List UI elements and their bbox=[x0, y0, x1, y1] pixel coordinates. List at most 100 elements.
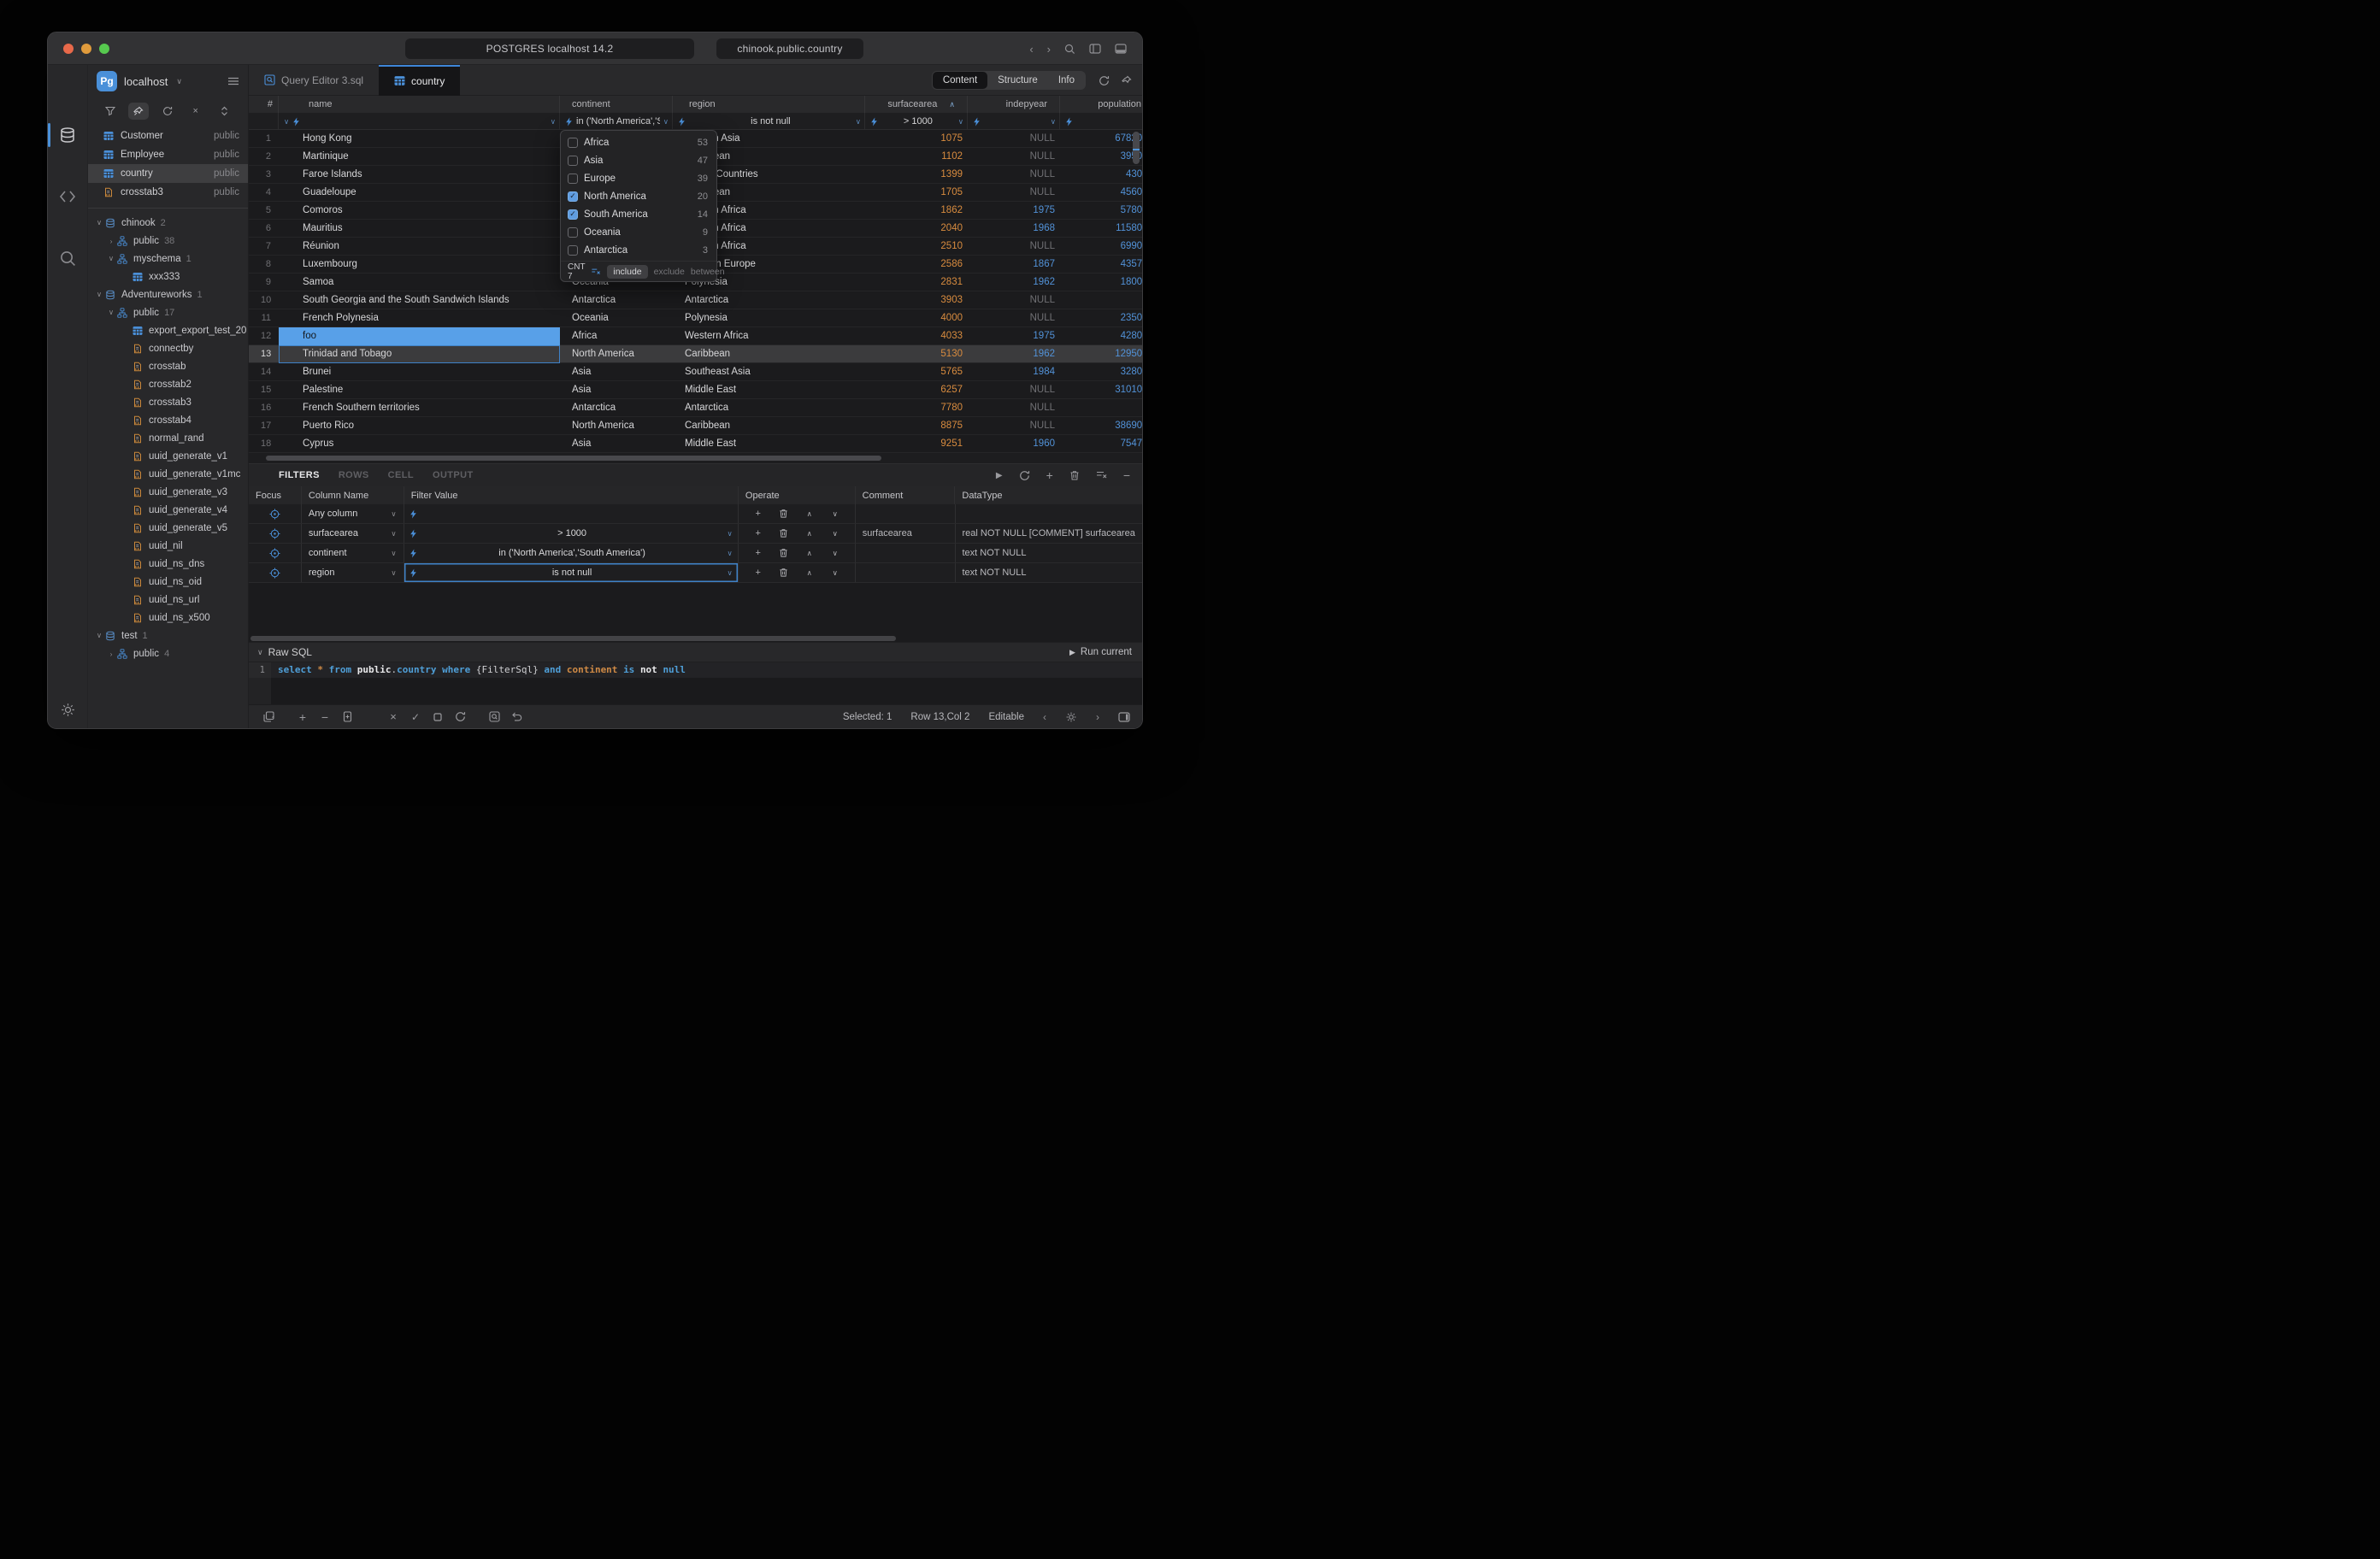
sql-editor-empty[interactable] bbox=[249, 678, 1142, 704]
cell[interactable]: 5130 bbox=[865, 345, 968, 363]
cell[interactable]: French Southern territories bbox=[279, 399, 560, 417]
cell[interactable]: 699000 bbox=[1060, 238, 1142, 256]
filter-cell-region[interactable]: is not null∨ bbox=[673, 113, 865, 130]
cell[interactable]: 15 bbox=[249, 381, 279, 399]
filter-cell-indepyear[interactable]: ∨ bbox=[968, 113, 1060, 130]
cell[interactable]: 3903 bbox=[865, 291, 968, 309]
panel-tab-output[interactable]: OUTPUT bbox=[433, 470, 474, 480]
column-name-select[interactable]: region∨ bbox=[302, 563, 404, 582]
tree-expand-icon[interactable]: › bbox=[107, 237, 115, 245]
filter-cell-name[interactable]: ∨∨ bbox=[279, 113, 560, 130]
table-row[interactable]: 12fooAfricaWestern Africa40331975428000 bbox=[249, 327, 1142, 345]
cell[interactable]: Polynesia bbox=[673, 309, 865, 327]
sql-editor-line[interactable]: 1 select * from public.country where {Fi… bbox=[249, 662, 1142, 678]
cell[interactable]: 4 bbox=[249, 184, 279, 202]
cell[interactable]: Southeast Asia bbox=[673, 363, 865, 381]
next-page-icon[interactable]: › bbox=[1096, 711, 1099, 723]
cell[interactable]: 3 bbox=[249, 166, 279, 184]
move-down-icon[interactable]: ∨ bbox=[822, 549, 848, 558]
tree-expand-icon[interactable]: ∨ bbox=[95, 290, 103, 299]
cell[interactable]: Middle East bbox=[673, 435, 865, 453]
reload-table-icon[interactable] bbox=[1099, 75, 1110, 86]
cell[interactable]: 7780 bbox=[865, 399, 968, 417]
pin-icon[interactable] bbox=[128, 103, 149, 120]
cell[interactable]: NULL bbox=[968, 417, 1060, 435]
cell[interactable]: 2040 bbox=[865, 220, 968, 238]
tree-item-public[interactable]: ›public38 bbox=[88, 232, 248, 250]
focus-cell[interactable] bbox=[249, 544, 302, 562]
commit-changes-icon[interactable]: ✓ bbox=[404, 711, 427, 723]
cell[interactable]: NULL bbox=[968, 184, 1060, 202]
horizontal-scrollbar[interactable] bbox=[249, 453, 1142, 463]
panel-tab-rows[interactable]: ROWS bbox=[339, 470, 369, 480]
pinned-item-Employee[interactable]: Employeepublic bbox=[88, 145, 248, 164]
tree-item-uuid_ns_oid[interactable]: uuid_ns_oid bbox=[88, 573, 248, 591]
cell[interactable]: French Polynesia bbox=[279, 309, 560, 327]
cell[interactable]: Antarctica bbox=[560, 399, 673, 417]
cell[interactable]: Palestine bbox=[279, 381, 560, 399]
collapse-panel-icon[interactable]: − bbox=[1123, 468, 1130, 482]
cell[interactable]: 2 bbox=[249, 148, 279, 166]
cell[interactable]: Middle East bbox=[673, 381, 865, 399]
cell[interactable]: 12 bbox=[249, 327, 279, 345]
chevron-down-icon[interactable]: ∨ bbox=[856, 117, 861, 126]
tree-expand-icon[interactable]: ∨ bbox=[95, 218, 103, 227]
search-nav-icon[interactable] bbox=[48, 239, 88, 277]
collapse-raw-sql-icon[interactable]: ∨ bbox=[257, 648, 263, 657]
chevron-down-icon[interactable]: ∨ bbox=[551, 117, 556, 126]
cell[interactable]: 1984 bbox=[968, 363, 1060, 381]
apply-filters-play-icon[interactable]: ▶ bbox=[996, 471, 1003, 480]
tab-query-editor[interactable]: Query Editor 3.sql bbox=[249, 65, 379, 96]
column-header-surfacearea[interactable]: surfacearea∧ bbox=[865, 96, 968, 113]
cell[interactable]: Western Africa bbox=[673, 327, 865, 345]
cell[interactable]: Asia bbox=[560, 363, 673, 381]
popup-mode-exclude[interactable]: exclude bbox=[654, 267, 685, 277]
tree-item-myschema[interactable]: ∨myschema1 bbox=[88, 250, 248, 268]
filter-funnel-icon[interactable] bbox=[100, 103, 121, 120]
focus-cell[interactable] bbox=[249, 524, 302, 543]
column-name-select[interactable]: continent∨ bbox=[302, 544, 404, 562]
popup-option-South America[interactable]: ✓South America14 bbox=[561, 205, 716, 223]
cell[interactable]: 1295000 bbox=[1060, 345, 1142, 363]
maximize-window-button[interactable] bbox=[99, 44, 109, 54]
minimize-window-button[interactable] bbox=[81, 44, 91, 54]
cell[interactable]: Hong Kong bbox=[279, 130, 560, 148]
filter-cell-continent[interactable]: in ('North America','South America')∨ bbox=[560, 113, 673, 130]
tab-country[interactable]: country bbox=[379, 65, 460, 96]
duplicate-row-icon[interactable] bbox=[336, 711, 358, 722]
delete-filter-row-icon[interactable] bbox=[771, 548, 797, 558]
stop-icon[interactable] bbox=[427, 713, 449, 721]
tree-item-uuid_generate_v1[interactable]: uuid_generate_v1 bbox=[88, 447, 248, 465]
cell[interactable]: Antarctica bbox=[673, 291, 865, 309]
column-header-population[interactable]: population bbox=[1060, 96, 1142, 113]
cell[interactable]: 3101000 bbox=[1060, 381, 1142, 399]
cell[interactable]: 578000 bbox=[1060, 202, 1142, 220]
tree-item-uuid_generate_v1mc[interactable]: uuid_generate_v1mc bbox=[88, 465, 248, 483]
cell[interactable]: South Georgia and the South Sandwich Isl… bbox=[279, 291, 560, 309]
cell[interactable]: 14 bbox=[249, 363, 279, 381]
horizontal-scrollbar-thumb[interactable] bbox=[266, 456, 881, 461]
cell[interactable]: 6 bbox=[249, 220, 279, 238]
filter-value-field[interactable] bbox=[404, 504, 739, 523]
delete-filter-row-icon[interactable] bbox=[771, 509, 797, 519]
cell[interactable]: 9 bbox=[249, 274, 279, 291]
column-header-name[interactable]: name bbox=[279, 96, 560, 113]
code-nav-icon[interactable] bbox=[48, 178, 88, 215]
cell[interactable]: Samoa bbox=[279, 274, 560, 291]
cell[interactable]: Réunion bbox=[279, 238, 560, 256]
cell[interactable]: Comoros bbox=[279, 202, 560, 220]
panel-scrollbar-thumb[interactable] bbox=[250, 636, 896, 641]
cell[interactable]: 456000 bbox=[1060, 184, 1142, 202]
cell[interactable]: 1960 bbox=[968, 435, 1060, 453]
pinned-item-Customer[interactable]: Customerpublic bbox=[88, 126, 248, 145]
table-row[interactable]: 17Puerto RicoNorth AmericaCaribbean8875N… bbox=[249, 417, 1142, 435]
popup-mode-include[interactable]: include bbox=[607, 265, 647, 279]
delete-filter-row-icon[interactable] bbox=[771, 568, 797, 578]
cell[interactable]: 0 bbox=[1060, 291, 1142, 309]
chevron-down-icon[interactable]: ∨ bbox=[728, 549, 733, 558]
popup-option-Asia[interactable]: Asia47 bbox=[561, 151, 716, 169]
cell[interactable]: 1867 bbox=[968, 256, 1060, 274]
view-switch-info[interactable]: Info bbox=[1048, 72, 1085, 89]
tree-item-export_export_test_20[interactable]: export_export_test_20 bbox=[88, 321, 248, 339]
cell[interactable]: Caribbean bbox=[673, 417, 865, 435]
